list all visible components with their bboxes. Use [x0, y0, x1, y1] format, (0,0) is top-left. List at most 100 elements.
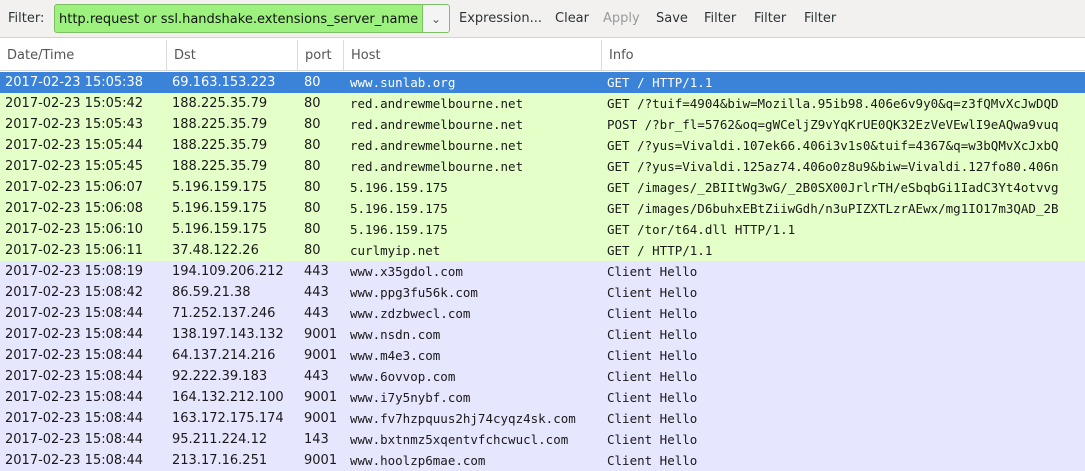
packet-destination: 86.59.21.38: [172, 285, 251, 300]
packet-time: 2017-02-23 15:05:45: [5, 159, 144, 174]
packet-destination: 194.109.206.212: [172, 264, 284, 279]
packet-destination: 188.225.35.79: [172, 117, 268, 132]
packet-row[interactable]: 2017-02-23 15:08:44 164.132.212.100 9001 ww…: [0, 387, 1085, 408]
packet-port: 80: [304, 117, 321, 132]
packet-port: 80: [304, 75, 321, 90]
packet-host: www.zdzbwecl.com: [350, 306, 471, 321]
column-header-host[interactable]: Host: [344, 40, 602, 70]
packet-host: red.andrewmelbourne.net: [350, 117, 524, 132]
packet-time: 2017-02-23 15:08:44: [5, 390, 144, 405]
packet-time: 2017-02-23 15:08:44: [5, 369, 144, 384]
packet-host: 5.196.159.175: [350, 201, 448, 216]
expression-button[interactable]: Expression...: [459, 11, 542, 26]
packet-row[interactable]: 2017-02-23 15:08:44 92.222.39.183 443 www.6…: [0, 366, 1085, 387]
packet-row[interactable]: 2017-02-23 15:08:44 138.197.143.132 9001 ww…: [0, 324, 1085, 345]
packet-info: Client Hello: [607, 432, 698, 447]
packet-time: 2017-02-23 15:06:07: [5, 180, 144, 195]
packet-row[interactable]: 2017-02-23 15:06:11 37.48.122.26 80 curlmyi…: [0, 240, 1085, 261]
packet-info: Client Hello: [607, 411, 698, 426]
packet-port: 443: [304, 306, 329, 321]
packet-host: www.6ovvop.com: [350, 369, 456, 384]
packet-port: 80: [304, 96, 321, 111]
packet-info: Client Hello: [607, 348, 698, 363]
filter-button-1[interactable]: Filter: [704, 11, 736, 26]
packet-host: 5.196.159.175: [350, 180, 448, 195]
packet-row[interactable]: 2017-02-23 15:05:44 188.225.35.79 80 red.an…: [0, 135, 1085, 156]
packet-time: 2017-02-23 15:06:11: [5, 243, 144, 258]
packet-list-header: Date/Time Dst port Host Info: [0, 40, 1085, 71]
packet-time: 2017-02-23 15:08:44: [5, 432, 144, 447]
packet-info: Client Hello: [607, 306, 698, 321]
column-header-dst[interactable]: Dst: [167, 40, 298, 70]
packet-port: 80: [304, 138, 321, 153]
packet-row[interactable]: 2017-02-23 15:06:07 5.196.159.175 80 5.196.…: [0, 177, 1085, 198]
column-header-info[interactable]: Info: [602, 40, 1085, 70]
packet-info: GET /images/D6buhxEBtZiiwGdh/n3uPIZXTLzr…: [607, 201, 1059, 216]
packet-time: 2017-02-23 15:08:44: [5, 327, 144, 342]
packet-row[interactable]: 2017-02-23 15:08:44 163.172.175.174 9001 ww…: [0, 408, 1085, 429]
packet-info: Client Hello: [607, 390, 698, 405]
packet-info: GET /?yus=Vivaldi.107ek66.406i3v1s0&tuif…: [607, 138, 1059, 153]
packet-info: Client Hello: [607, 327, 698, 342]
apply-button[interactable]: Apply: [603, 11, 640, 26]
packet-row[interactable]: 2017-02-23 15:05:42 188.225.35.79 80 red.an…: [0, 93, 1085, 114]
packet-info: GET /?tuif=4904&biw=Mozilla.95ib98.406e6…: [607, 96, 1059, 111]
packet-port: 80: [304, 159, 321, 174]
save-button[interactable]: Save: [656, 11, 688, 26]
packet-port: 80: [304, 222, 321, 237]
packet-row[interactable]: 2017-02-23 15:05:38 69.163.153.223 80 www.s…: [0, 72, 1085, 93]
packet-time: 2017-02-23 15:06:08: [5, 201, 144, 216]
packet-destination: 71.252.137.246: [172, 306, 276, 321]
packet-row[interactable]: 2017-02-23 15:05:45 188.225.35.79 80 red.an…: [0, 156, 1085, 177]
packet-host: red.andrewmelbourne.net: [350, 96, 524, 111]
packet-row[interactable]: 2017-02-23 15:08:44 64.137.214.216 9001 www…: [0, 345, 1085, 366]
filter-label: Filter:: [8, 11, 45, 26]
packet-info: Client Hello: [607, 369, 698, 384]
packet-destination: 138.197.143.132: [172, 327, 284, 342]
packet-port: 80: [304, 201, 321, 216]
packet-port: 9001: [304, 348, 338, 363]
filter-button-2[interactable]: Filter: [754, 11, 786, 26]
packet-destination: 164.132.212.100: [172, 390, 284, 405]
packet-time: 2017-02-23 15:05:38: [5, 75, 144, 90]
clear-button[interactable]: Clear: [555, 11, 589, 26]
packet-destination: 188.225.35.79: [172, 96, 268, 111]
packet-time: 2017-02-23 15:08:42: [5, 285, 144, 300]
packet-destination: 95.211.224.12: [172, 432, 268, 447]
packet-row[interactable]: 2017-02-23 15:08:44 95.211.224.12 143 www.b…: [0, 429, 1085, 450]
packet-time: 2017-02-23 15:08:19: [5, 264, 144, 279]
filter-expression-text[interactable]: http.request or ssl.handshake.extensions…: [59, 12, 421, 27]
packet-row[interactable]: 2017-02-23 15:06:10 5.196.159.175 80 5.196.…: [0, 219, 1085, 240]
packet-time: 2017-02-23 15:05:44: [5, 138, 144, 153]
packet-host: www.fv7hzpquus2hj74cyqz4sk.com: [350, 411, 576, 426]
packet-row[interactable]: 2017-02-23 15:05:43 188.225.35.79 80 red.an…: [0, 114, 1085, 135]
packet-port: 143: [304, 432, 329, 447]
packet-time: 2017-02-23 15:08:44: [5, 411, 144, 426]
packet-port: 443: [304, 264, 329, 279]
column-header-port[interactable]: port: [298, 40, 344, 70]
packet-destination: 163.172.175.174: [172, 411, 284, 426]
column-header-datetime[interactable]: Date/Time: [0, 40, 167, 70]
packet-row[interactable]: 2017-02-23 15:08:42 86.59.21.38 443 www.ppg…: [0, 282, 1085, 303]
packet-destination: 188.225.35.79: [172, 138, 268, 153]
packet-destination: 92.222.39.183: [172, 369, 268, 384]
packet-port: 9001: [304, 411, 338, 426]
packet-row[interactable]: 2017-02-23 15:08:19 194.109.206.212 443 www…: [0, 261, 1085, 282]
packet-destination: 64.137.214.216: [172, 348, 276, 363]
packet-time: 2017-02-23 15:08:44: [5, 348, 144, 363]
packet-host: curlmyip.net: [350, 243, 441, 258]
packet-row[interactable]: 2017-02-23 15:06:08 5.196.159.175 80 5.196.…: [0, 198, 1085, 219]
packet-destination: 5.196.159.175: [172, 180, 268, 195]
packet-row[interactable]: 2017-02-23 15:08:44 71.252.137.246 443 www.…: [0, 303, 1085, 324]
packet-destination: 5.196.159.175: [172, 222, 268, 237]
packet-time: 2017-02-23 15:05:42: [5, 96, 144, 111]
packet-port: 443: [304, 285, 329, 300]
chevron-down-icon[interactable]: ⌄: [422, 5, 449, 32]
packet-port: 443: [304, 369, 329, 384]
packet-info: GET / HTTP/1.1: [607, 75, 713, 90]
packet-host: red.andrewmelbourne.net: [350, 138, 524, 153]
packet-time: 2017-02-23 15:08:44: [5, 306, 144, 321]
display-filter-input[interactable]: http.request or ssl.handshake.extensions…: [54, 4, 450, 33]
filter-button-3[interactable]: Filter: [804, 11, 836, 26]
packet-info: GET /tor/t64.dll HTTP/1.1: [607, 222, 796, 237]
